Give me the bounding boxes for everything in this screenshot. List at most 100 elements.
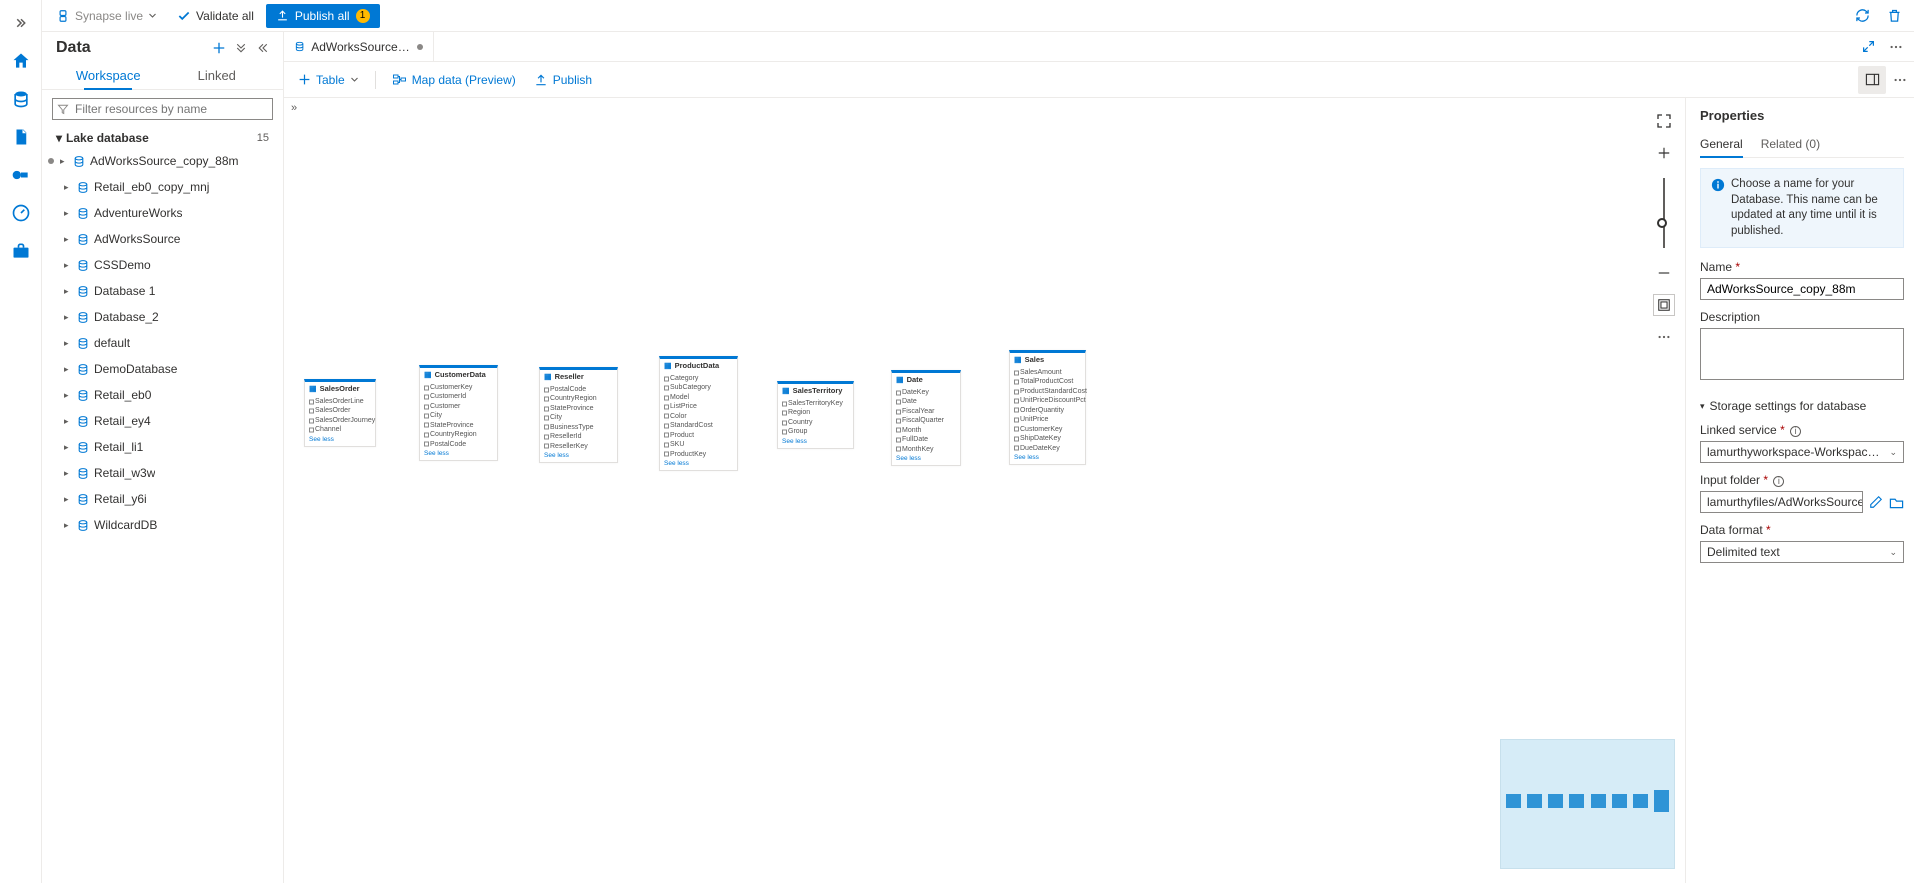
database-item[interactable]: ▸AdWorksSource [42, 226, 283, 252]
rail-manage-button[interactable] [3, 233, 39, 269]
description-input[interactable] [1700, 328, 1904, 380]
linked-service-select[interactable]: lamurthyworkspace-WorkspaceDef... ⌄ [1700, 441, 1904, 463]
tab-general[interactable]: General [1700, 133, 1743, 157]
browse-input-folder-button[interactable] [1889, 494, 1904, 510]
database-item[interactable]: ▸Retail_eb0_copy_mnj [42, 174, 283, 200]
database-item[interactable]: ▸Database 1 [42, 278, 283, 304]
fit-to-window-button[interactable] [1653, 110, 1675, 132]
database-item[interactable]: ▸Retail_ey4 [42, 408, 283, 434]
database-item[interactable]: ▸AdventureWorks [42, 200, 283, 226]
tab-linked[interactable]: Linked [163, 60, 272, 89]
zoom-out-button[interactable] [1653, 262, 1675, 284]
upload-icon [276, 9, 289, 22]
rail-integrate-button[interactable] [3, 157, 39, 193]
add-table-button[interactable]: Table [290, 68, 367, 92]
synapse-live-picker[interactable]: Synapse live [48, 4, 165, 28]
tab-more-button[interactable] [1882, 33, 1910, 61]
auto-layout-button[interactable] [1653, 294, 1675, 316]
zoom-slider[interactable] [1663, 178, 1665, 248]
entity-see-more[interactable]: See less [896, 454, 956, 462]
properties-panel-toggle[interactable] [1858, 66, 1886, 94]
entity-reseller[interactable]: ▦ResellerPostalCodeCountryRegionStatePro… [539, 367, 618, 463]
database-item[interactable]: ▸WildcardDB [42, 512, 283, 538]
entity-column: StandardCost [664, 421, 733, 430]
tab-related[interactable]: Related (0) [1761, 133, 1820, 157]
database-item-label: Retail_li1 [94, 440, 143, 454]
collapse-panel-button[interactable] [253, 38, 273, 58]
designer-publish-button[interactable]: Publish [526, 68, 600, 92]
minus-icon [1657, 266, 1671, 280]
entity-column: PostalCode [544, 385, 613, 394]
canvas-more-button[interactable] [1653, 326, 1675, 348]
entity-see-more[interactable]: See less [424, 449, 493, 457]
rail-expand-button[interactable] [3, 5, 39, 41]
input-folder-field[interactable]: lamurthyfiles/AdWorksSource_... [1700, 491, 1863, 513]
name-input[interactable] [1700, 278, 1904, 300]
tab-expand-button[interactable] [1854, 33, 1882, 61]
database-item[interactable]: ▸Retail_li1 [42, 434, 283, 460]
canvas[interactable]: » ▦SalesOrderSalesOrderLineSalesOrderSal… [284, 98, 1686, 883]
publish-all-button[interactable]: Publish all 1 [266, 4, 380, 28]
caret-right-icon: ▸ [64, 364, 72, 375]
entity-column: FiscalQuarter [896, 416, 956, 425]
map-data-button[interactable]: Map data (Preview) [384, 68, 524, 92]
rail-monitor-button[interactable] [3, 195, 39, 231]
entity-salesterritory[interactable]: ▦SalesTerritorySalesTerritoryKeyRegionCo… [777, 381, 854, 449]
entity-column: City [424, 411, 493, 420]
entity-see-more[interactable]: See less [309, 435, 371, 443]
map-data-icon [392, 72, 407, 87]
database-item[interactable]: ▸AdWorksSource_copy_88m [42, 148, 283, 174]
entity-customerdata[interactable]: ▦CustomerDataCustomerKeyCustomerIdCustom… [419, 365, 498, 461]
entity-sales[interactable]: ▦SalesSalesAmountTotalProductCostProduct… [1009, 350, 1086, 465]
storage-settings-header[interactable]: ▾ Storage settings for database [1700, 399, 1904, 413]
table-icon: ▦ [424, 370, 432, 379]
database-item-label: Retail_eb0 [94, 388, 151, 402]
database-item[interactable]: ▸CSSDemo [42, 252, 283, 278]
data-format-select[interactable]: Delimited text ⌄ [1700, 541, 1904, 563]
filter-resources-input[interactable] [52, 98, 273, 120]
entity-date[interactable]: ▦DateDateKeyDateFiscalYearFiscalQuarterM… [891, 370, 961, 466]
database-item[interactable]: ▸DemoDatabase [42, 356, 283, 382]
chevron-double-left-icon [257, 42, 269, 54]
rail-develop-button[interactable] [3, 119, 39, 155]
folder-icon [1889, 495, 1904, 510]
entity-column: FiscalYear [896, 407, 956, 416]
more-icon [1893, 73, 1907, 87]
database-icon [76, 285, 90, 298]
chevron-down-icon: ⌄ [1889, 547, 1897, 558]
database-item-label: AdWorksSource [94, 232, 180, 246]
collapse-all-button[interactable] [231, 38, 251, 58]
minimap[interactable] [1500, 739, 1675, 869]
entity-column: StateProvince [544, 404, 613, 413]
entity-salesorder[interactable]: ▦SalesOrderSalesOrderLineSalesOrderSales… [304, 379, 376, 447]
discard-button[interactable] [1880, 2, 1908, 30]
zoom-slider-knob[interactable] [1657, 218, 1667, 228]
unsaved-indicator-icon [48, 158, 54, 164]
validate-all-button[interactable]: Validate all [169, 4, 262, 28]
database-item[interactable]: ▸Retail_eb0 [42, 382, 283, 408]
document-tab-adworkssource[interactable]: AdWorksSource_co... [284, 32, 434, 61]
entity-see-more[interactable]: See less [1014, 453, 1081, 461]
lake-database-group-header[interactable]: ▾Lake database 15 [42, 128, 283, 148]
add-resource-button[interactable] [209, 38, 229, 58]
properties-title: Properties [1700, 108, 1904, 123]
refresh-button[interactable] [1848, 2, 1876, 30]
database-item[interactable]: ▸default [42, 330, 283, 356]
zoom-in-button[interactable] [1653, 142, 1675, 164]
rail-data-button[interactable] [3, 81, 39, 117]
entity-see-more[interactable]: See less [782, 437, 849, 445]
tab-workspace[interactable]: Workspace [54, 60, 163, 89]
entity-title: ▦Reseller [544, 372, 613, 383]
entity-productdata[interactable]: ▦ProductDataCategorySubCategoryModelList… [659, 356, 738, 471]
database-item[interactable]: ▸Retail_y6i [42, 486, 283, 512]
database-item[interactable]: ▸Database_2 [42, 304, 283, 330]
rail-home-button[interactable] [3, 43, 39, 79]
entity-column: SubCategory [664, 383, 733, 392]
entity-see-more[interactable]: See less [664, 459, 733, 467]
entity-column: ResellerKey [544, 442, 613, 451]
chevron-down-icon [350, 75, 359, 84]
edit-input-folder-button[interactable] [1869, 494, 1883, 510]
entity-see-more[interactable]: See less [544, 451, 613, 459]
database-item[interactable]: ▸Retail_w3w [42, 460, 283, 486]
designer-more-button[interactable] [1886, 66, 1914, 94]
